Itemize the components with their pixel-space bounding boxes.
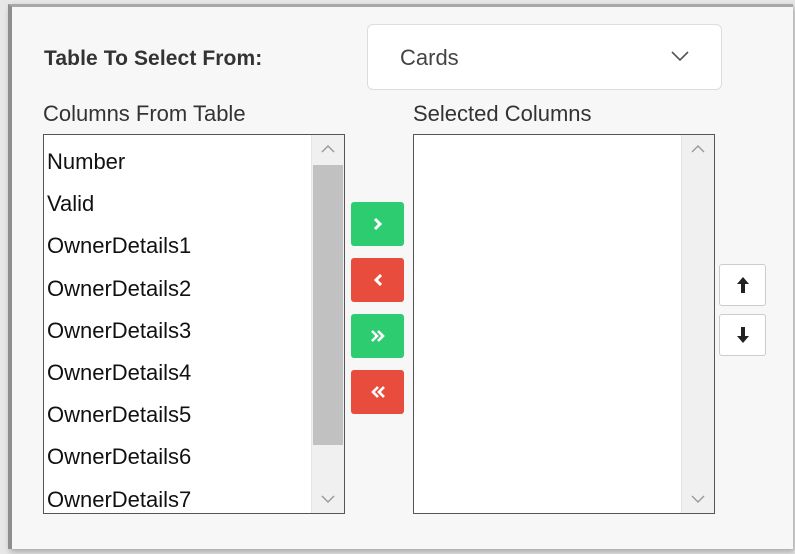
selected-columns-list[interactable] [413, 134, 715, 514]
double-chevron-left-icon [369, 384, 387, 400]
available-columns-scrollbar[interactable] [311, 135, 344, 513]
scroll-up-arrow-icon[interactable] [682, 135, 714, 163]
arrow-up-icon [736, 276, 750, 294]
selected-columns-items [414, 135, 682, 513]
double-chevron-right-icon [369, 328, 387, 344]
available-columns-label: Columns From Table [43, 101, 246, 126]
available-columns-list[interactable]: Number Valid OwnerDetails1 OwnerDetails2 Own… [43, 134, 345, 514]
list-item[interactable]: OwnerDetails7 [44, 479, 312, 514]
available-columns-items: Number Valid OwnerDetails1 OwnerDetails2 Own… [44, 135, 312, 513]
table-select-dropdown[interactable]: Cards [367, 24, 722, 90]
scroll-down-arrow-icon[interactable] [682, 485, 714, 513]
chevron-right-icon [371, 216, 385, 232]
list-item[interactable]: OwnerDetails4 [44, 352, 312, 394]
chevron-down-icon [669, 45, 691, 67]
list-item[interactable]: OwnerDetails6 [44, 436, 312, 478]
list-item[interactable]: Valid [44, 183, 312, 225]
chevron-left-icon [371, 272, 385, 288]
scroll-up-arrow-icon[interactable] [312, 135, 344, 163]
selected-columns-label: Selected Columns [413, 101, 592, 126]
move-up-button[interactable] [719, 264, 766, 306]
arrow-down-icon [736, 326, 750, 344]
table-select-label: Table To Select From: [44, 47, 263, 70]
add-selected-button[interactable] [351, 202, 404, 246]
list-item[interactable]: OwnerDetails3 [44, 310, 312, 352]
remove-all-button[interactable] [351, 370, 404, 414]
list-item[interactable]: OwnerDetails1 [44, 225, 312, 267]
selected-columns-scrollbar[interactable] [681, 135, 714, 513]
scroll-down-arrow-icon[interactable] [312, 485, 344, 513]
list-item[interactable]: Number [44, 141, 312, 183]
remove-selected-button[interactable] [351, 258, 404, 302]
column-picker-panel: Table To Select From: Cards Columns From… [8, 4, 793, 549]
list-item[interactable]: OwnerDetails2 [44, 268, 312, 310]
add-all-button[interactable] [351, 314, 404, 358]
scroll-thumb[interactable] [313, 165, 343, 445]
move-down-button[interactable] [719, 314, 766, 356]
list-item[interactable]: OwnerDetails5 [44, 394, 312, 436]
table-select-value: Cards [400, 45, 459, 70]
